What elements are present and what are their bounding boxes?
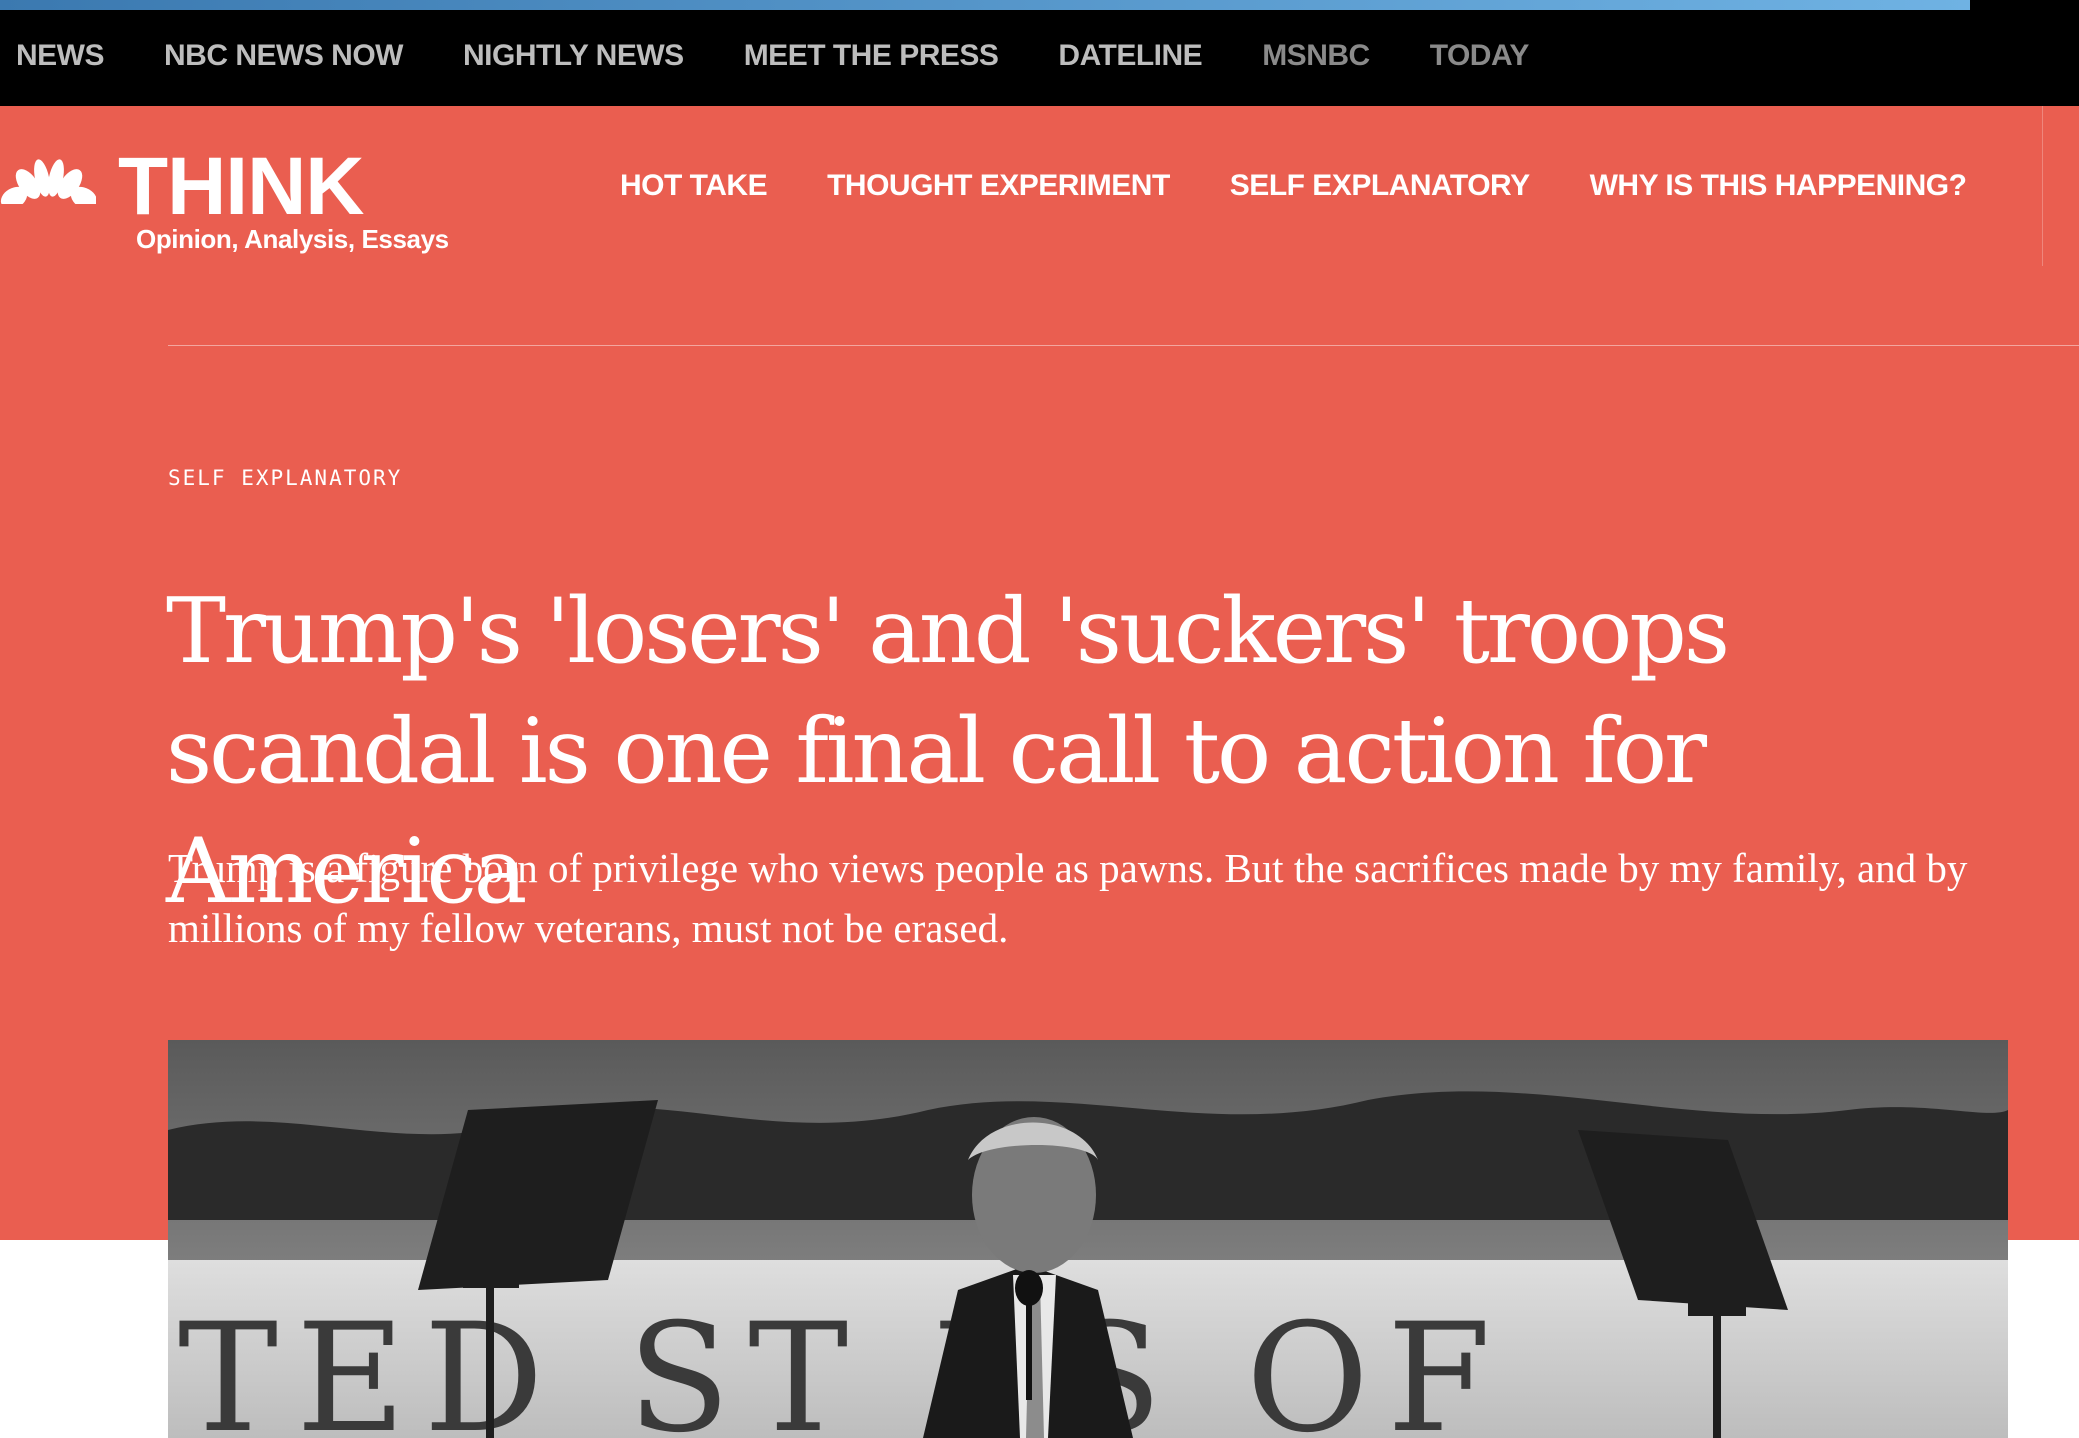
nav-link-today[interactable]: TODAY <box>1430 36 1530 76</box>
nav-link-news[interactable]: NEWS <box>16 36 105 76</box>
section-link-thought-experiment[interactable]: THOUGHT EXPERIMENT <box>827 166 1170 206</box>
hero-image: TED ST ES OF <box>168 1040 2008 1438</box>
section-link-self-explanatory[interactable]: SELF EXPLANATORY <box>1230 166 1530 206</box>
article-section-label[interactable]: SELF EXPLANATORY <box>168 466 402 490</box>
article-dek: Trump is a figure born of privilege who … <box>168 845 1968 951</box>
think-logo[interactable]: THINK Opinion, Analysis, Essays <box>0 142 449 260</box>
nav-link-nbc-news-now[interactable]: NBC NEWS NOW <box>164 36 403 76</box>
nav-link-msnbc[interactable]: MSNBC <box>1262 36 1370 76</box>
network-nav-list: NEWS NBC NEWS NOW NIGHTLY NEWS MEET THE … <box>16 36 1589 76</box>
network-nav-bar: NEWS NBC NEWS NOW NIGHTLY NEWS MEET THE … <box>0 0 2079 106</box>
nbc-peacock-icon <box>0 159 96 216</box>
hero-photo-illustration: TED ST ES OF <box>168 1040 2008 1438</box>
think-tagline: Opinion, Analysis, Essays <box>136 224 449 254</box>
section-link-why-is-this-happening[interactable]: WHY IS THIS HAPPENING? <box>1590 166 1967 206</box>
section-link-hot-take[interactable]: HOT TAKE <box>620 166 768 206</box>
header-horizontal-divider <box>168 345 2079 346</box>
nav-link-meet-the-press[interactable]: MEET THE PRESS <box>744 36 999 76</box>
reading-progress-bar <box>0 0 1970 10</box>
hero-banner-text: TED ST ES OF <box>178 1292 1509 1438</box>
nav-link-dateline[interactable]: DATELINE <box>1058 36 1202 76</box>
section-nav: HOT TAKE THOUGHT EXPERIMENT SELF EXPLANA… <box>620 166 2026 206</box>
nav-link-nightly-news[interactable]: NIGHTLY NEWS <box>463 36 684 76</box>
header-vertical-divider <box>2042 106 2043 266</box>
think-wordmark: THINK <box>118 141 365 232</box>
